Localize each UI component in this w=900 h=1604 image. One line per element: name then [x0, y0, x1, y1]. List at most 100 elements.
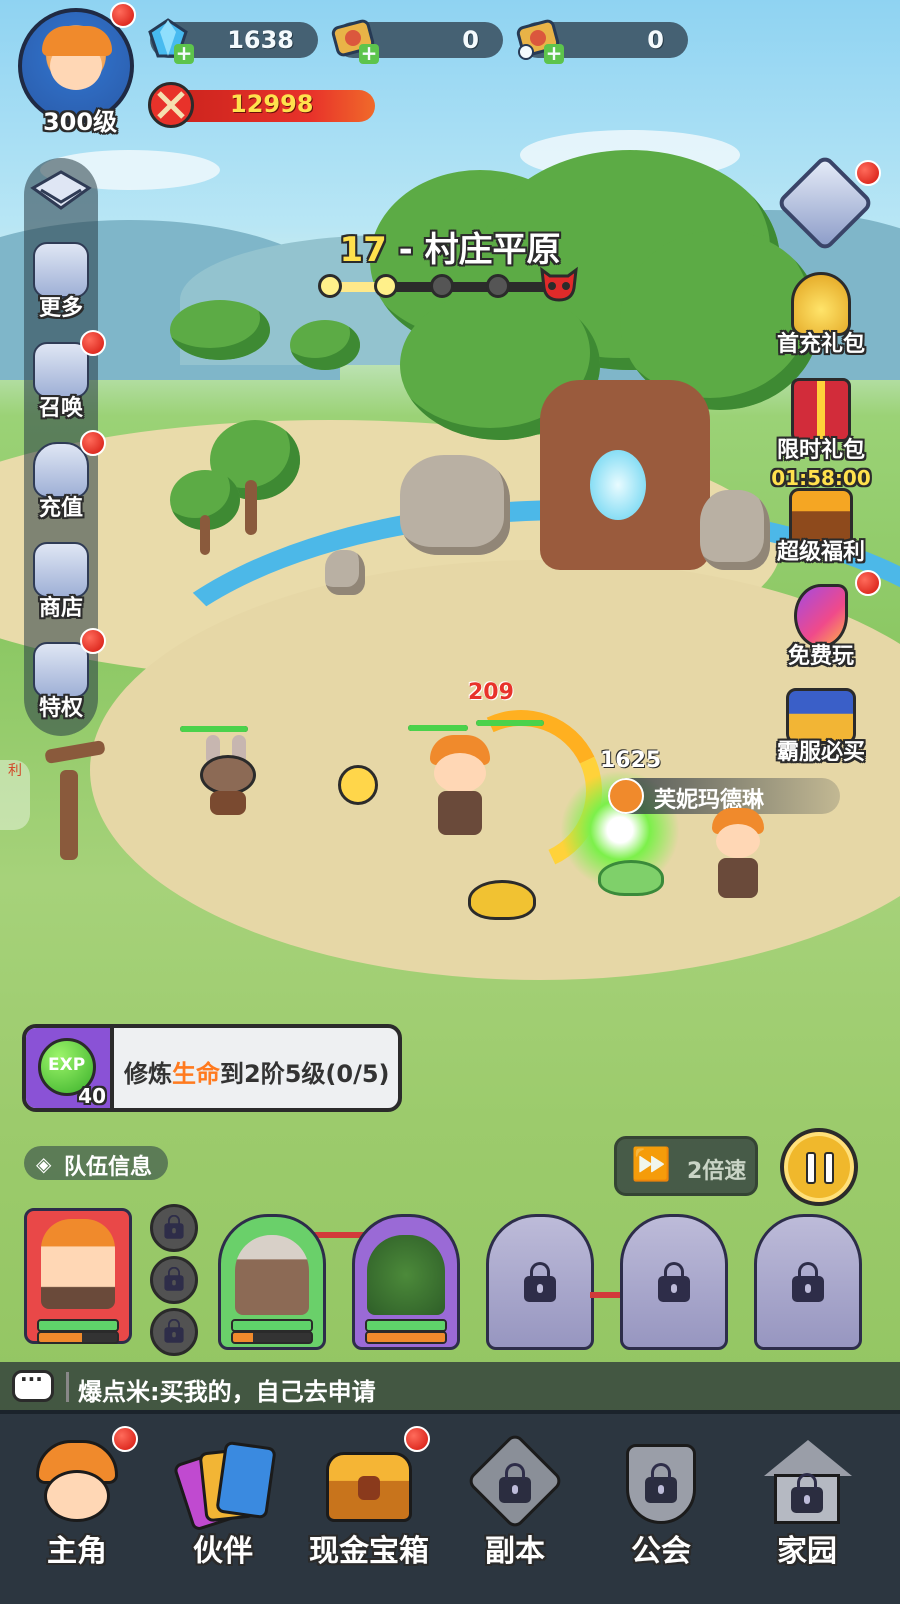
limited-pack-button[interactable]: 限时礼包 01:58:00	[766, 378, 876, 490]
limited-pack-label: 限时礼包	[776, 438, 865, 463]
free-play-label: 免费玩	[787, 644, 854, 669]
nav-cash-chest-label: 现金宝箱	[309, 1534, 429, 1569]
lock-icon	[792, 1262, 824, 1302]
ally-character	[708, 808, 768, 904]
gem-icon: +	[146, 16, 194, 64]
hero-hp-bar	[408, 725, 468, 731]
privilege-notification-dot	[80, 628, 106, 654]
add-tickets-icon[interactable]: +	[359, 43, 379, 64]
first-recharge-pack-button[interactable]: 首充礼包	[766, 272, 876, 358]
gem-count: 1638	[227, 26, 294, 54]
exp-badge: EXP 40	[26, 1028, 114, 1108]
menu-item-shop[interactable]: 商店	[24, 542, 98, 622]
side-event-label: 利	[8, 763, 22, 779]
lock-icon	[645, 1463, 677, 1503]
team-slot-hero[interactable]	[24, 1208, 132, 1344]
nav-guild-label: 公会	[631, 1534, 691, 1569]
quest-text-suffix: 到2阶5级(0/5)	[220, 1060, 390, 1088]
pause-button[interactable]	[780, 1128, 858, 1206]
compass-notification-dot	[855, 160, 881, 186]
combat-power-value: 12998	[230, 90, 314, 118]
menu-label-more: 更多	[38, 296, 83, 321]
ticket-count: 0	[462, 26, 479, 54]
nav-dungeon-label: 副本	[485, 1534, 545, 1569]
collapse-menu-button[interactable]	[24, 168, 98, 222]
add-gems-icon[interactable]: +	[174, 43, 194, 64]
menu-item-privilege[interactable]: 特权	[24, 642, 98, 722]
pause-icon	[806, 1152, 836, 1184]
team-slot-locked-3[interactable]	[754, 1214, 862, 1350]
team-slot-treant[interactable]	[352, 1214, 460, 1350]
team-info-label: 队伍信息	[64, 1155, 153, 1180]
nav-home-label: 家园	[777, 1534, 837, 1569]
chat-bubble-icon: ···	[12, 1367, 54, 1402]
lock-icon	[164, 1318, 184, 1343]
team-slot-locked-1[interactable]	[486, 1214, 594, 1350]
menu-label-shop: 商店	[38, 596, 83, 621]
chat-bar[interactable]: ··· 爆点米:买我的，自己去申请	[0, 1362, 900, 1412]
nav-dungeon[interactable]: 副本	[442, 1414, 588, 1604]
free-play-button[interactable]: 免费玩	[766, 584, 876, 670]
bottom-navigation: 主角 伙伴 现金宝箱 副本 公会 家园	[0, 1410, 900, 1604]
skill-slot-lock-2[interactable]	[150, 1256, 198, 1304]
team-slot-rabbit[interactable]	[218, 1214, 326, 1350]
team-connector-2	[590, 1292, 620, 1298]
menu-label-summon: 召唤	[38, 396, 83, 421]
nav-home[interactable]: 家园	[734, 1414, 880, 1604]
damage-number-1: 209	[468, 680, 514, 705]
house-locked-icon	[760, 1436, 854, 1530]
lock-icon	[791, 1473, 823, 1513]
golden-chest-icon	[322, 1436, 416, 1530]
nav-partner[interactable]: 伙伴	[150, 1414, 296, 1604]
rabbit-portrait	[235, 1235, 309, 1315]
speed-toggle-button[interactable]: ⏩ 2倍速	[614, 1136, 758, 1196]
first-recharge-label: 首充礼包	[776, 332, 865, 357]
hero-energy-mini	[37, 1331, 119, 1344]
stage-node-3	[430, 274, 454, 298]
treant-energy-mini	[365, 1331, 447, 1344]
chat-message: 爆点米:买我的，自己去申请	[78, 1378, 376, 1406]
shield-locked-icon	[614, 1436, 708, 1530]
quest-text-prefix: 修炼	[124, 1060, 172, 1088]
ticket-counter[interactable]: + 0	[331, 19, 503, 64]
team-info-button[interactable]: ◈ 队伍信息	[24, 1146, 168, 1180]
must-buy-button[interactable]: 霸服必买	[766, 688, 876, 766]
diamond-down-icon: ◈	[36, 1152, 52, 1176]
avatar-hair	[42, 26, 112, 56]
stage-number: 17	[339, 230, 387, 270]
quest-text: 修炼生命到2阶5级(0/5)	[124, 1054, 390, 1089]
skill-slot-lock-3[interactable]	[150, 1308, 198, 1356]
quest-panel[interactable]: EXP 40 修炼生命到2阶5级(0/5)	[22, 1024, 402, 1112]
player-level: 300级	[42, 108, 118, 136]
timed-ticket-counter[interactable]: + 0	[516, 19, 688, 64]
nav-cash-chest-notification-dot	[404, 1426, 430, 1452]
limited-pack-timer: 01:58:00	[771, 466, 871, 490]
crossed-swords-locked-icon	[465, 1431, 565, 1531]
nav-hero-label: 主角	[47, 1534, 107, 1569]
boss-skull-icon	[538, 264, 580, 304]
yellow-slime-enemy	[468, 880, 536, 920]
ally-avatar	[608, 778, 644, 814]
menu-item-more[interactable]: 更多	[24, 242, 98, 322]
nav-guild[interactable]: 公会	[588, 1414, 734, 1604]
gem-counter[interactable]: + 1638	[148, 18, 318, 64]
treant-portrait	[367, 1235, 445, 1315]
super-welfare-button[interactable]: 超级福利	[766, 488, 876, 566]
nav-partner-label: 伙伴	[193, 1534, 253, 1569]
skill-slot-lock-1[interactable]	[150, 1204, 198, 1252]
fast-forward-icon: ⏩	[631, 1145, 671, 1183]
add-timed-tickets-icon[interactable]: +	[544, 43, 564, 64]
rabbit-warrior-enemy	[190, 735, 270, 815]
crossed-swords-icon	[148, 82, 194, 128]
recharge-notification-dot	[80, 430, 106, 456]
lock-icon	[524, 1262, 556, 1302]
cards-icon	[172, 1436, 277, 1533]
timed-ticket-icon: +	[516, 16, 564, 64]
exp-amount: 40	[78, 1084, 106, 1108]
stage-node-1	[318, 274, 342, 298]
summon-notification-dot	[80, 330, 106, 356]
team-slot-locked-2[interactable]	[620, 1214, 728, 1350]
side-event-tab[interactable]: 利	[0, 760, 30, 830]
hero-portrait	[41, 1219, 115, 1309]
lock-icon	[164, 1266, 184, 1291]
